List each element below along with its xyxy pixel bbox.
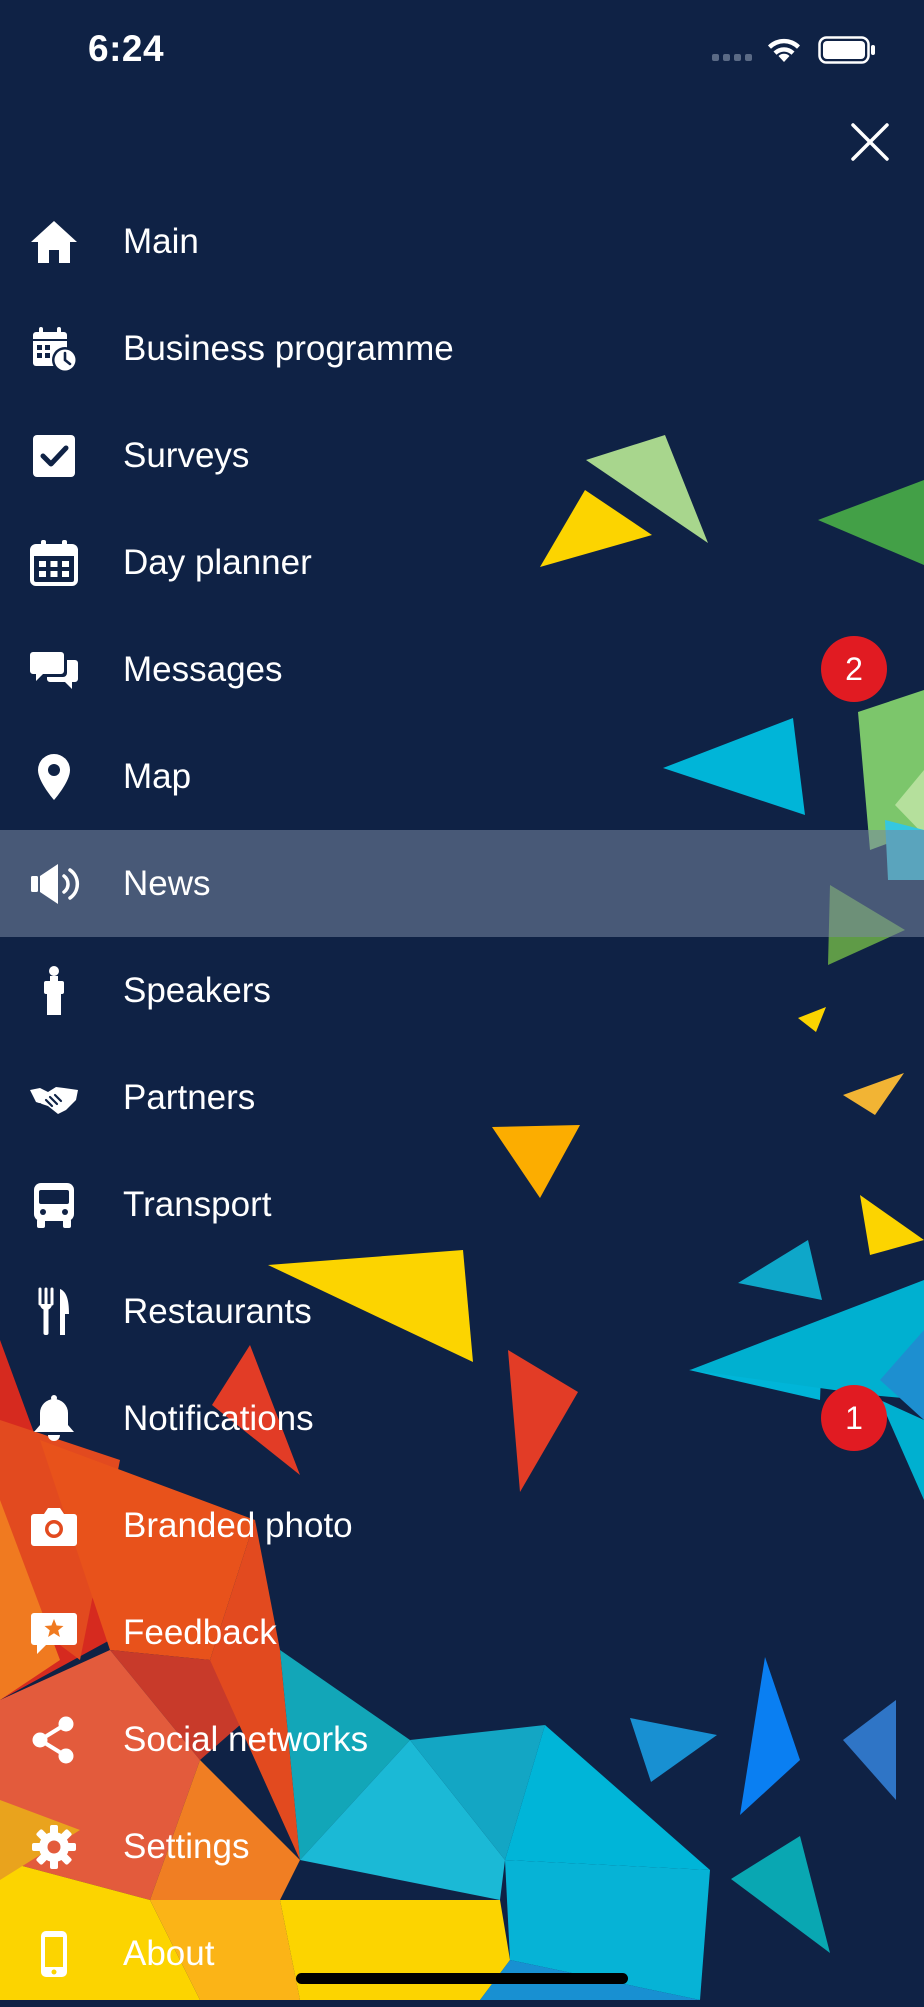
bus-icon	[28, 1179, 80, 1231]
side-menu: Main Business programme Surveys Day plan…	[0, 188, 924, 2007]
megaphone-icon	[28, 858, 80, 910]
menu-item-social-networks[interactable]: Social networks	[0, 1686, 924, 1793]
share-icon	[28, 1714, 80, 1766]
signal-dots-icon	[712, 54, 752, 61]
phone-icon	[28, 1928, 80, 1980]
menu-item-label: Notifications	[123, 1398, 314, 1438]
map-pin-icon	[28, 751, 80, 803]
menu-item-label: Branded photo	[123, 1505, 353, 1545]
menu-item-transport[interactable]: Transport	[0, 1151, 924, 1258]
menu-item-branded-photo[interactable]: Branded photo	[0, 1472, 924, 1579]
menu-item-label: Transport	[123, 1184, 272, 1224]
menu-item-map[interactable]: Map	[0, 723, 924, 830]
calendar-clock-icon	[28, 323, 80, 375]
menu-item-business-programme[interactable]: Business programme	[0, 295, 924, 402]
menu-item-label: Restaurants	[123, 1291, 312, 1331]
menu-item-notifications[interactable]: Notifications 1	[0, 1365, 924, 1472]
home-indicator	[296, 1973, 628, 1984]
menu-item-partners[interactable]: Partners	[0, 1044, 924, 1151]
close-button[interactable]	[848, 120, 892, 164]
menu-item-about[interactable]: About	[0, 1900, 924, 2007]
status-bar: 6:24	[0, 0, 924, 100]
menu-item-restaurants[interactable]: Restaurants	[0, 1258, 924, 1365]
menu-item-feedback[interactable]: Feedback	[0, 1579, 924, 1686]
unread-badge: 2	[821, 636, 887, 702]
menu-item-settings[interactable]: Settings	[0, 1793, 924, 1900]
menu-item-label: Day planner	[123, 542, 312, 582]
camera-icon	[28, 1500, 80, 1552]
menu-item-label: Surveys	[123, 435, 250, 475]
menu-item-surveys[interactable]: Surveys	[0, 402, 924, 509]
checkbox-icon	[28, 430, 80, 482]
close-icon	[851, 123, 889, 161]
chat-bubbles-icon	[28, 644, 80, 696]
gear-icon	[28, 1821, 80, 1873]
menu-item-label: About	[123, 1933, 215, 1973]
menu-item-label: Main	[123, 221, 199, 261]
menu-item-messages[interactable]: Messages 2	[0, 616, 924, 723]
menu-item-label: Settings	[123, 1826, 250, 1866]
menu-item-day-planner[interactable]: Day planner	[0, 509, 924, 616]
menu-item-news[interactable]: News	[0, 830, 924, 937]
wifi-icon	[768, 38, 800, 62]
feedback-star-icon	[28, 1607, 80, 1659]
menu-item-speakers[interactable]: Speakers	[0, 937, 924, 1044]
menu-item-label: Map	[123, 756, 192, 796]
menu-item-label: News	[123, 863, 211, 903]
menu-item-label: Business programme	[123, 328, 454, 368]
fork-knife-icon	[28, 1286, 80, 1338]
notification-badge: 1	[821, 1385, 887, 1451]
menu-item-label: Partners	[123, 1077, 256, 1117]
home-icon	[28, 216, 80, 268]
menu-item-label: Social networks	[123, 1719, 369, 1759]
menu-item-label: Feedback	[123, 1612, 277, 1652]
bell-icon	[28, 1393, 80, 1445]
status-time: 6:24	[88, 28, 165, 69]
speaker-person-icon	[28, 965, 80, 1017]
battery-icon	[818, 36, 875, 64]
menu-item-label: Messages	[123, 649, 283, 689]
handshake-icon	[28, 1072, 80, 1124]
menu-item-main[interactable]: Main	[0, 188, 924, 295]
calendar-grid-icon	[28, 537, 80, 589]
menu-item-label: Speakers	[123, 970, 271, 1010]
